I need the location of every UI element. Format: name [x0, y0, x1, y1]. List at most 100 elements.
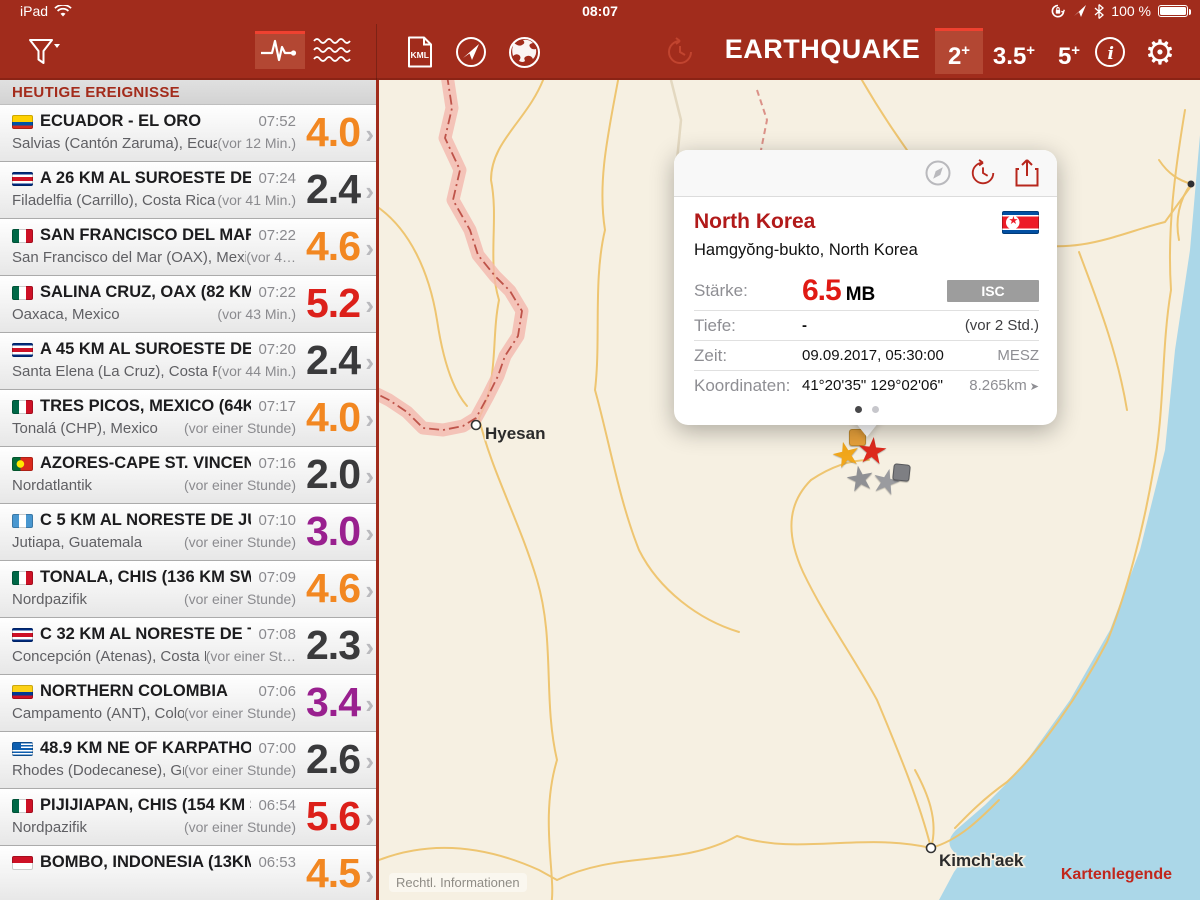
- magnitude-filter-5plus[interactable]: 5+: [1045, 28, 1093, 74]
- country-flag-icon: [12, 685, 33, 699]
- event-list-item[interactable]: AZORES-CAPE ST. VINCENT… 07:16 Nordatlan…: [0, 447, 376, 504]
- event-time: 07:16: [258, 455, 296, 472]
- event-title: A 45 KM AL SUROESTE DE…: [40, 340, 251, 359]
- country-flag-icon: [12, 229, 33, 243]
- svg-text:i: i: [1108, 44, 1114, 64]
- event-relative-time: (vor 44 Min.): [217, 363, 296, 380]
- list-mode-waves-button[interactable]: [310, 31, 354, 69]
- chevron-right-icon: ›: [365, 860, 374, 891]
- map-attribution[interactable]: Rechtl. Informationen: [389, 873, 527, 892]
- info-icon: i: [1094, 36, 1126, 68]
- history-button-disabled[interactable]: [662, 34, 698, 70]
- kml-export-button[interactable]: KML: [402, 32, 438, 72]
- event-relative-time: (vor 12 Min.): [217, 135, 296, 152]
- event-list-panel: HEUTIGE EREIGNISSE ECUADOR - EL ORO 07:5…: [0, 80, 376, 900]
- svg-text:Hyesan: Hyesan: [485, 424, 545, 443]
- event-time: 07:09: [258, 569, 296, 586]
- detail-row-depth: Tiefe: - (vor 2 Std.): [694, 310, 1039, 340]
- page-dots: [694, 400, 1039, 415]
- settings-button[interactable]: ⚙: [1138, 32, 1182, 74]
- status-bar: iPad 08:07 100 %: [0, 0, 1200, 24]
- country-flag-icon: [12, 799, 33, 813]
- filter-button[interactable]: [18, 30, 68, 74]
- time-value: 09.09.2017, 05:30:00: [802, 347, 997, 364]
- source-badge[interactable]: ISC: [947, 280, 1039, 302]
- locate-me-button[interactable]: [452, 32, 490, 72]
- magnitude-filter-2plus[interactable]: 2+: [935, 28, 983, 74]
- event-list-item[interactable]: PIJIJIAPAN, CHIS (154 KM SW) 06:54 Nordp…: [0, 789, 376, 846]
- gear-icon: ⚙: [1145, 36, 1175, 70]
- event-time: 07:22: [258, 227, 296, 244]
- event-location: Nordatlantik: [12, 477, 184, 494]
- event-list-item[interactable]: C 32 KM AL NORESTE DE T… 07:08 Concepció…: [0, 618, 376, 675]
- event-list-item[interactable]: NORTHERN COLOMBIA 07:06 Campamento (ANT)…: [0, 675, 376, 732]
- event-list-item[interactable]: TRES PICOS, MEXICO (64KM… 07:17 Tonalá (…: [0, 390, 376, 447]
- event-list-item[interactable]: TONALA, CHIS (136 KM SW) 07:09 Nordpazif…: [0, 561, 376, 618]
- event-list-item[interactable]: BOMBO, INDONESIA (13KM E) 06:53 4.5 ›: [0, 846, 376, 900]
- event-list-item[interactable]: 48.9 KM NE OF KARPATHOS 07:00 Rhodes (Do…: [0, 732, 376, 789]
- event-time: 07:17: [258, 398, 296, 415]
- chevron-right-icon: ›: [365, 119, 374, 150]
- detail-row-coordinates: Koordinaten: 41°20'35" 129°02'06" 8.265k…: [694, 370, 1039, 400]
- map-legend-link[interactable]: Kartenlegende: [1061, 866, 1172, 884]
- globe-icon: [508, 36, 541, 69]
- depth-value: -: [802, 317, 965, 334]
- event-list-item[interactable]: A 26 KM AL SUROESTE DE… 07:24 Filadelfia…: [0, 162, 376, 219]
- event-magnitude: 5.2: [306, 280, 360, 327]
- quake-marker-square-gray[interactable]: [892, 463, 911, 482]
- event-detail-popup: North Korea Hamgyŏng-bukto, North Korea …: [674, 150, 1057, 425]
- compass-icon[interactable]: [925, 160, 951, 186]
- locate-arrow-icon: [455, 36, 487, 68]
- event-title: SALINA CRUZ, OAX (82 KM SE): [40, 283, 251, 302]
- event-magnitude: 2.4: [306, 337, 360, 384]
- country-flag-icon: [12, 514, 33, 528]
- event-relative-time: (vor einer Stunde): [184, 819, 296, 836]
- info-button[interactable]: i: [1092, 34, 1128, 70]
- event-title: C 32 KM AL NORESTE DE T…: [40, 625, 251, 644]
- country-flag-icon: [12, 172, 33, 186]
- event-location: Tonalá (CHP), Mexico: [12, 420, 184, 437]
- bluetooth-icon: [1094, 4, 1104, 19]
- magnitude-filter-3-5plus[interactable]: 3.5+: [983, 28, 1045, 74]
- chevron-right-icon: ›: [365, 518, 374, 549]
- event-list-item[interactable]: A 45 KM AL SUROESTE DE… 07:20 Santa Elen…: [0, 333, 376, 390]
- country-flag-icon: [12, 856, 33, 870]
- event-magnitude: 4.0: [306, 394, 360, 441]
- event-time: 07:24: [258, 170, 296, 187]
- event-magnitude: 4.5: [306, 850, 360, 897]
- chevron-right-icon: ›: [365, 803, 374, 834]
- event-list-item[interactable]: ECUADOR - EL ORO 07:52 Salvias (Cantón Z…: [0, 105, 376, 162]
- event-relative-time: (vor einer Stunde): [184, 705, 296, 722]
- history-clock-icon[interactable]: [969, 159, 997, 187]
- event-list-item[interactable]: SALINA CRUZ, OAX (82 KM SE) 07:22 Oaxaca…: [0, 276, 376, 333]
- north-korea-flag-icon: [1002, 211, 1039, 234]
- event-title: PIJIJIAPAN, CHIS (154 KM SW): [40, 796, 251, 815]
- event-location: Nordpazifik: [12, 591, 184, 608]
- country-flag-icon: [12, 115, 33, 129]
- event-relative-time: (vor einer Stunde): [184, 477, 296, 494]
- event-list-item[interactable]: C 5 KM AL NORESTE DE JU… 07:10 Jutiapa, …: [0, 504, 376, 561]
- event-location: Concepción (Atenas), Costa Rica: [12, 648, 206, 665]
- page-dot-active[interactable]: [855, 406, 862, 413]
- event-time: 06:53: [258, 854, 296, 871]
- globe-button[interactable]: [504, 32, 544, 72]
- event-relative-time: (vor 43 Min.): [217, 306, 296, 323]
- chevron-right-icon: ›: [365, 347, 374, 378]
- detail-row-time: Zeit: 09.09.2017, 05:30:00 MESZ: [694, 340, 1039, 370]
- event-time: 07:52: [258, 113, 296, 130]
- share-icon[interactable]: [1015, 159, 1039, 187]
- event-magnitude: 2.4: [306, 166, 360, 213]
- filter-funnel-icon: [26, 35, 60, 69]
- country-flag-icon: [12, 400, 33, 414]
- event-title: NORTHERN COLOMBIA: [40, 682, 251, 701]
- event-list-item[interactable]: SAN FRANCISCO DEL MAR,… 07:22 San Franci…: [0, 219, 376, 276]
- page-dot-inactive[interactable]: [872, 406, 879, 413]
- event-magnitude: 5.6: [306, 793, 360, 840]
- event-list: ECUADOR - EL ORO 07:52 Salvias (Cantón Z…: [0, 105, 376, 900]
- quake-marker-star-red[interactable]: ★: [854, 432, 890, 471]
- event-time: 07:06: [258, 683, 296, 700]
- chevron-right-icon: ›: [365, 461, 374, 492]
- list-mode-seismograph-button[interactable]: [255, 31, 305, 69]
- popup-header: [674, 150, 1057, 197]
- event-location: Rhodes (Dodecanese), Greece: [12, 762, 184, 779]
